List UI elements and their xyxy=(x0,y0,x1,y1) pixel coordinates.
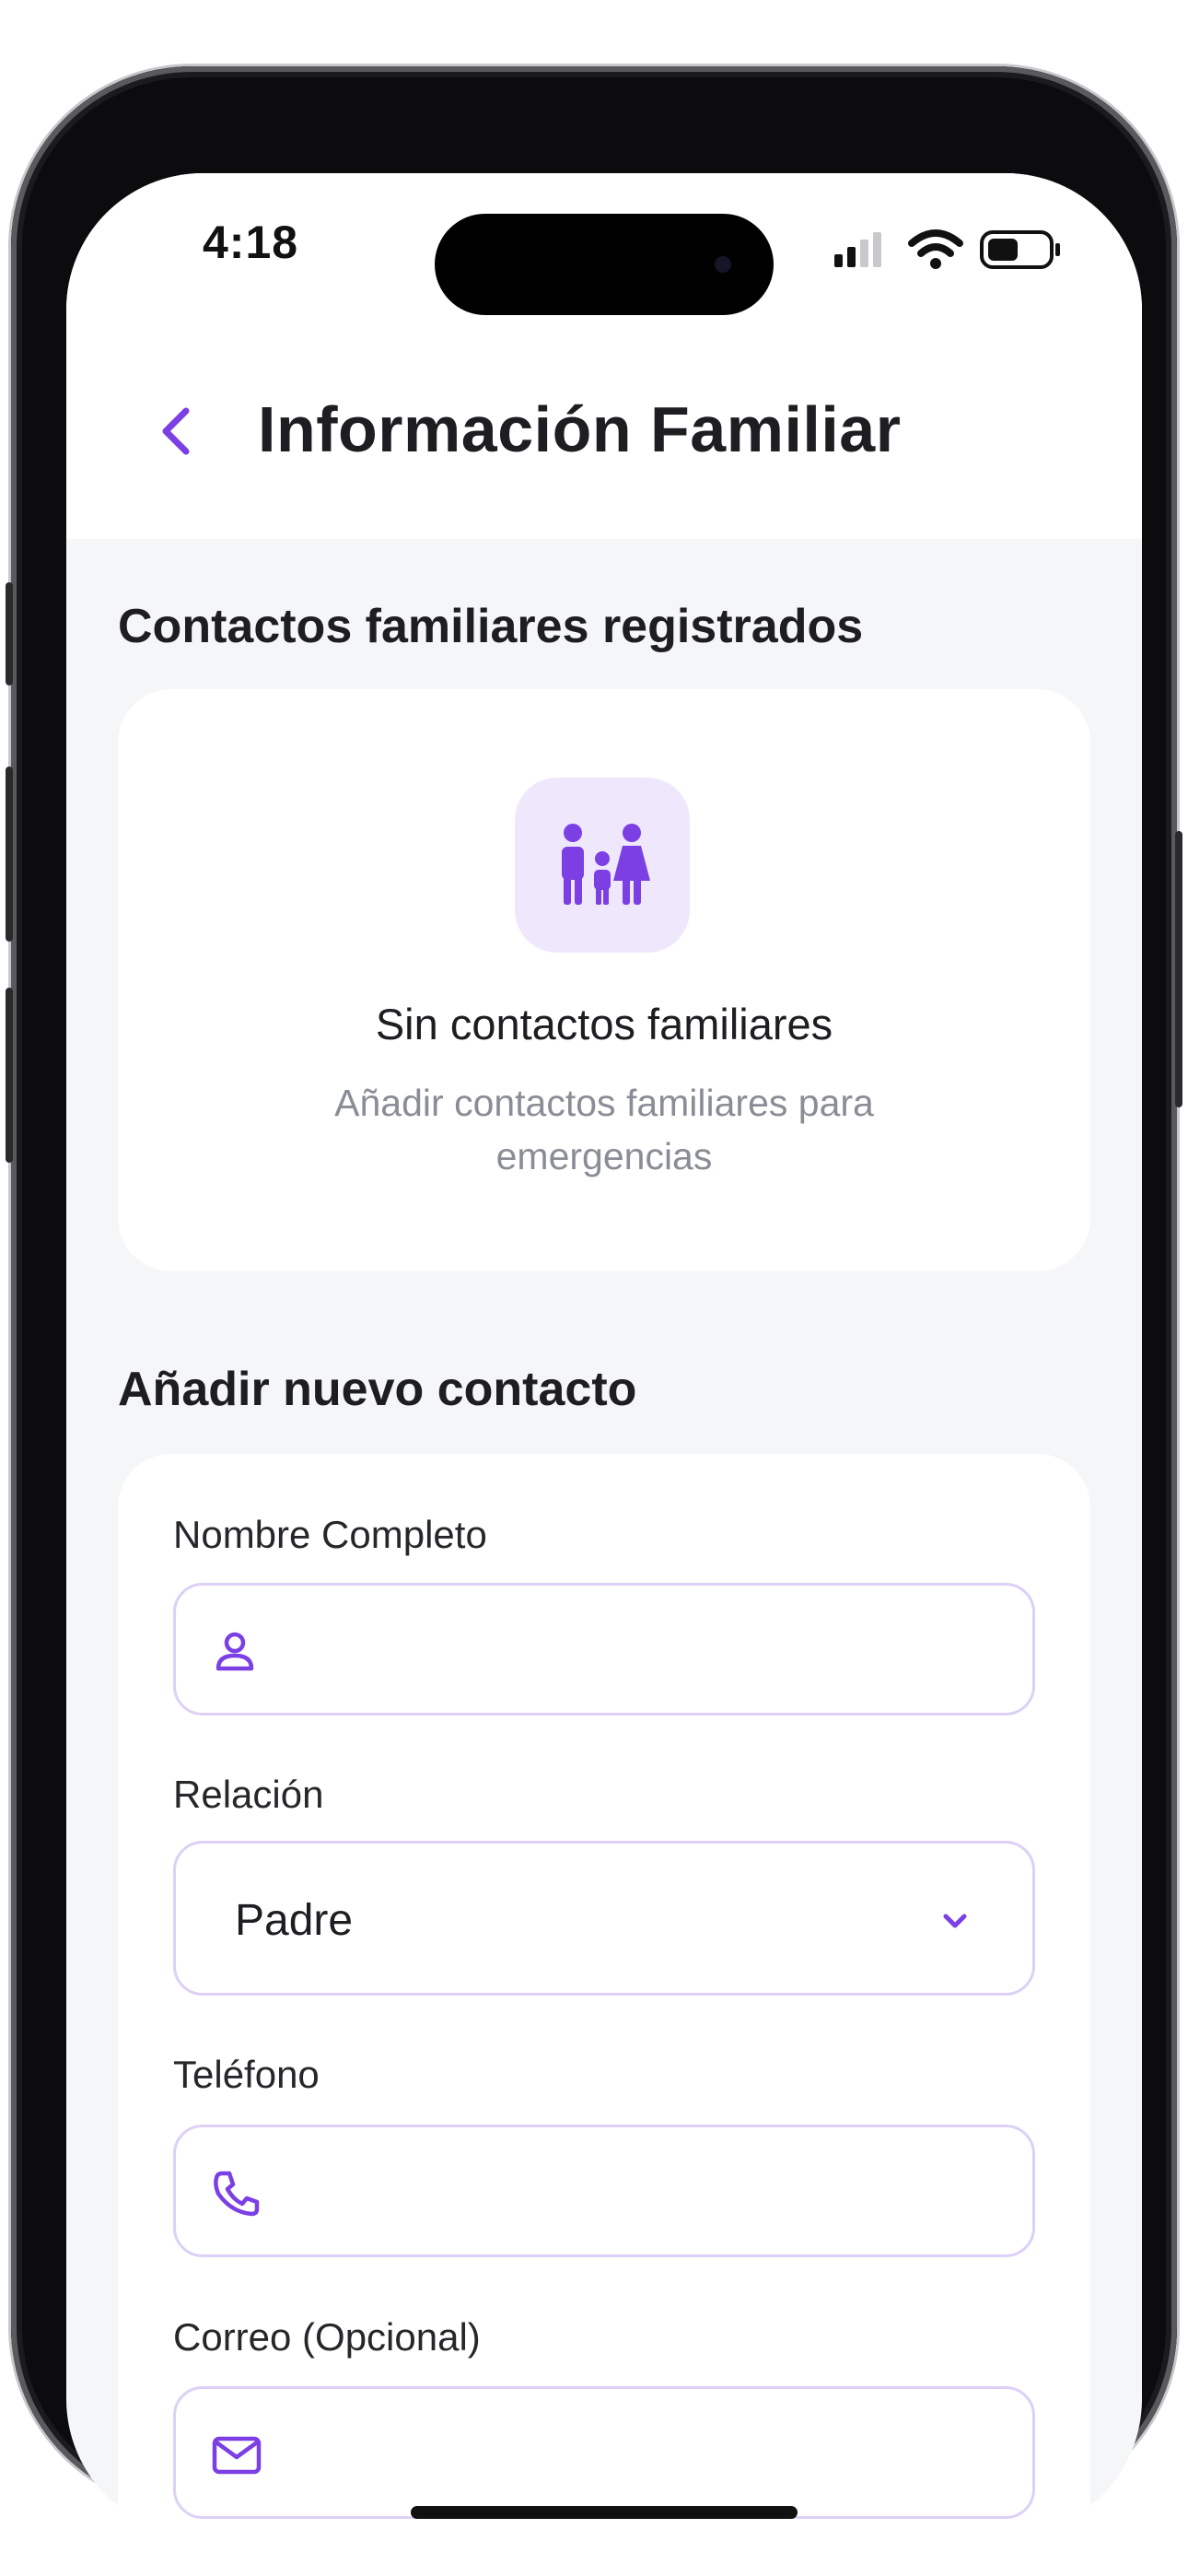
add-contact-card: Nombre Completo Relación Padre Teléfono xyxy=(118,1454,1090,2535)
home-indicator xyxy=(411,2506,798,2519)
relation-label: Relación xyxy=(173,1773,324,1816)
email-field[interactable] xyxy=(173,2386,1035,2519)
battery-icon xyxy=(980,230,1060,269)
empty-state-title: Sin contactos familiares xyxy=(375,1000,833,1048)
volume-down-button xyxy=(6,988,13,1163)
wifi-icon xyxy=(908,229,963,269)
app-screen: 4:18 Información Familiar Contactos fami… xyxy=(66,173,1142,2535)
back-button[interactable] xyxy=(147,394,212,468)
name-label: Nombre Completo xyxy=(173,1513,487,1556)
family-icon-badge xyxy=(515,778,690,953)
name-field[interactable] xyxy=(173,1583,1035,1715)
registered-section-title: Contactos familiares registrados xyxy=(118,600,864,653)
volume-up-button xyxy=(6,767,13,942)
person-icon xyxy=(215,1632,254,1671)
chevron-left-icon xyxy=(162,407,190,455)
phone-input[interactable] xyxy=(277,2127,1005,2254)
status-icons xyxy=(834,229,1060,269)
phone-icon xyxy=(214,2171,260,2217)
action-button xyxy=(6,582,13,685)
phone-label: Teléfono xyxy=(173,2053,320,2096)
mail-icon xyxy=(212,2436,262,2475)
family-icon xyxy=(562,824,650,905)
chevron-down-icon xyxy=(943,1914,967,1928)
phone-field[interactable] xyxy=(173,2125,1035,2257)
email-label: Correo (Opcional) xyxy=(173,2315,481,2359)
relation-value: Padre xyxy=(235,1896,354,1945)
email-input[interactable] xyxy=(277,2389,1005,2516)
relation-select[interactable]: Padre xyxy=(173,1841,1035,1996)
power-button xyxy=(1175,831,1182,1107)
phone-frame: 4:18 Información Familiar Contactos fami… xyxy=(6,66,1182,2535)
empty-state-card: Sin contactos familiares Añadir contacto… xyxy=(118,689,1090,1271)
dynamic-island xyxy=(435,214,774,315)
signal-icon xyxy=(834,232,881,267)
empty-state-subtitle: Añadir contactos familiares para emergen… xyxy=(334,1082,874,1177)
status-time: 4:18 xyxy=(203,217,299,268)
add-contact-section-title: Añadir nuevo contacto xyxy=(118,1363,637,1416)
header: 4:18 Información Familiar xyxy=(66,173,1142,539)
name-input[interactable] xyxy=(277,1586,1005,1713)
page-title: Información Familiar xyxy=(258,393,902,465)
